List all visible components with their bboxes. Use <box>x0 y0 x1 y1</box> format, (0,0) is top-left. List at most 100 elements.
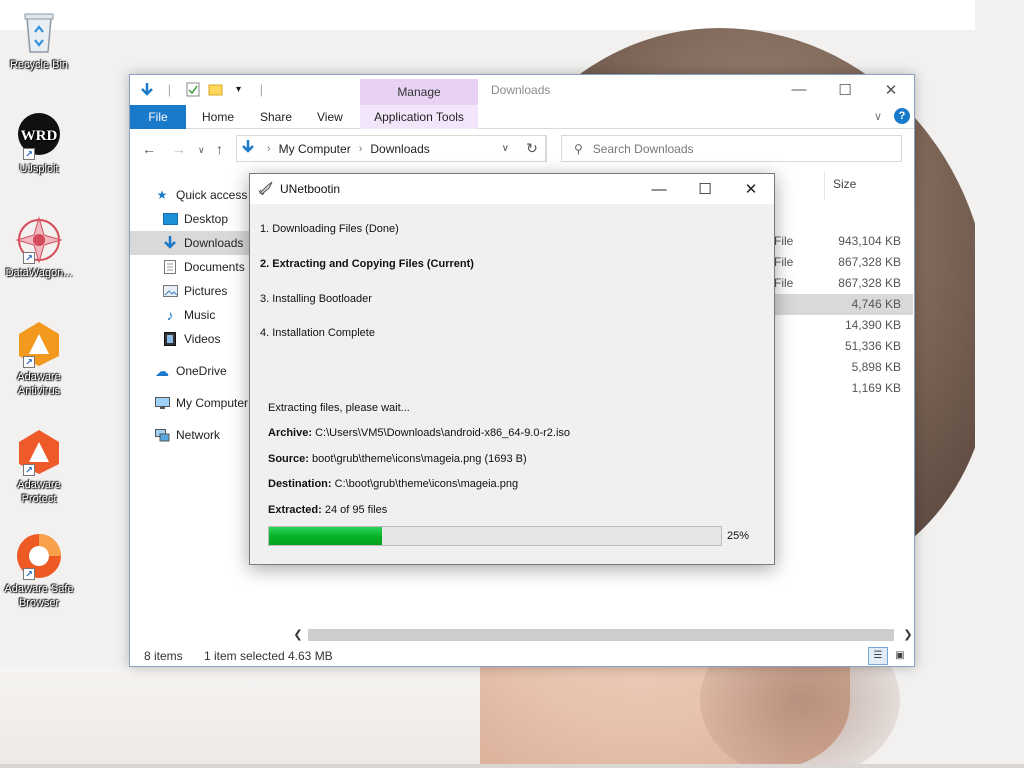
nav-item-label: My Computer <box>176 396 249 410</box>
tab-home[interactable]: Home <box>190 105 246 129</box>
nav-item-network[interactable]: Network <box>130 423 252 447</box>
help-icon[interactable]: ? <box>894 108 910 124</box>
file-row[interactable]: 14,390 KB <box>770 315 913 336</box>
step-extracting: 2. Extracting and Copying Files (Current… <box>260 258 474 270</box>
desktop-icon-label: Adaware Safe Browser <box>4 583 74 609</box>
shortcut-arrow-icon: ↗ <box>23 356 35 368</box>
desktop-icon-recycle-bin[interactable]: Recycle Bin <box>0 8 78 72</box>
status-bar: 8 items 1 item selected 4.63 MB ☰ ▣ <box>130 645 914 667</box>
desktop-icon-label: Adaware Protect <box>17 479 61 505</box>
file-row[interactable]: 5,898 KB <box>770 357 913 378</box>
network-icon <box>154 427 170 443</box>
file-size: 5,898 KB <box>851 360 901 374</box>
close-icon[interactable]: ✕ <box>728 174 774 204</box>
breadcrumb-downloads[interactable]: Downloads <box>370 142 429 156</box>
documents-icon <box>162 259 178 275</box>
maximize-icon[interactable]: ☐ <box>682 174 728 204</box>
nav-item-label: Quick access <box>176 188 248 202</box>
source-label: Source: <box>268 453 309 465</box>
scrollbar-thumb[interactable] <box>308 629 894 641</box>
status-message: Extracting files, please wait... <box>268 402 410 414</box>
nav-item-quick-access[interactable]: ★ Quick access <box>130 183 252 207</box>
new-folder-icon[interactable] <box>207 81 224 98</box>
desktop-icon-ujsploit[interactable]: WRD ↗ UJsploit <box>0 112 78 176</box>
maximize-icon[interactable]: ☐ <box>822 75 868 104</box>
search-input[interactable]: ⚲ Search Downloads <box>561 135 902 162</box>
desktop-icon-label: DataWagon... <box>5 267 73 279</box>
file-row[interactable]: File 867,328 KB <box>770 252 913 273</box>
file-size: 4,746 KB <box>851 297 901 311</box>
tab-share[interactable]: Share <box>248 105 304 129</box>
shortcut-arrow-icon: ↗ <box>23 148 35 160</box>
minimize-icon[interactable]: — <box>776 75 822 104</box>
desktop-icon-datawagon[interactable]: ↗ DataWagon... <box>0 216 78 280</box>
breadcrumb-my-computer[interactable]: My Computer <box>279 142 351 156</box>
wallpaper-top <box>0 0 975 30</box>
file-row[interactable]: 1,169 KB <box>770 378 913 399</box>
file-row-selected[interactable]: 4,746 KB <box>770 294 913 315</box>
shortcut-arrow-icon: ↗ <box>23 464 35 476</box>
forward-arrow-icon[interactable]: → <box>172 141 186 157</box>
customize-toolbar-icon[interactable]: ▾ <box>230 81 247 98</box>
file-row[interactable]: File 867,328 KB <box>770 273 913 294</box>
desktop-icon-adaware-antivirus[interactable]: ↗ Adaware Antivirus <box>0 320 78 398</box>
nav-item-pictures[interactable]: Pictures <box>130 279 252 303</box>
step-bootloader: 3. Installing Bootloader <box>260 293 372 305</box>
file-size: 867,328 KB <box>838 276 901 290</box>
desktop-icon-adaware-protect[interactable]: ↗ Adaware Protect <box>0 428 78 506</box>
back-arrow-icon[interactable]: ← <box>142 141 156 157</box>
unetbootin-dialog: UNetbootin — ☐ ✕ 1. Downloading Files (D… <box>249 173 775 565</box>
horizontal-scrollbar[interactable]: ❮ ❯ <box>290 627 916 643</box>
source-info: Source: boot\grub\theme\icons\mageia.png… <box>268 453 527 465</box>
details-view-icon[interactable]: ☰ <box>868 647 888 665</box>
up-arrow-icon[interactable]: ↑ <box>216 141 223 157</box>
ribbon-tabs: File Home Share View Application Tools <box>130 105 914 129</box>
search-placeholder: Search Downloads <box>592 141 694 156</box>
refresh-icon[interactable]: ↻ <box>518 135 547 162</box>
destination-label: Destination: <box>268 478 332 490</box>
nav-item-music[interactable]: ♪ Music <box>130 303 252 327</box>
expand-ribbon-icon[interactable]: ∨ <box>874 110 882 123</box>
file-size: 867,328 KB <box>838 255 901 269</box>
file-size: 943,104 KB <box>838 234 901 248</box>
tab-manage[interactable]: Manage <box>360 79 478 106</box>
videos-icon <box>162 331 178 347</box>
nav-item-videos[interactable]: Videos <box>130 327 252 351</box>
properties-icon[interactable] <box>184 81 201 98</box>
step-downloading: 1. Downloading Files (Done) <box>260 223 399 235</box>
cloud-icon: ☁ <box>155 362 169 379</box>
large-icons-view-icon[interactable]: ▣ <box>890 647 910 665</box>
scroll-right-icon[interactable]: ❯ <box>900 627 916 643</box>
source-value: boot\grub\theme\icons\mageia.png (1693 B… <box>312 453 527 465</box>
progress-fill <box>269 527 382 545</box>
extracted-label: Extracted: <box>268 504 322 516</box>
address-dropdown-icon[interactable]: ∨ <box>502 143 509 154</box>
scroll-left-icon[interactable]: ❮ <box>290 627 306 643</box>
adaware-protect-icon: ↗ <box>15 428 63 476</box>
address-bar[interactable]: › My Computer › Downloads ∨ <box>236 135 546 162</box>
adaware-safe-browser-icon: ↗ <box>15 532 63 580</box>
tab-application-tools[interactable]: Application Tools <box>360 105 478 129</box>
minimize-icon[interactable]: — <box>636 174 682 204</box>
unetbootin-rocket-icon <box>258 181 274 198</box>
file-row[interactable]: 51,336 KB <box>770 336 913 357</box>
pictures-icon <box>162 283 178 299</box>
nav-item-label: Network <box>176 428 221 442</box>
tab-view[interactable]: View <box>305 105 355 129</box>
nav-item-downloads[interactable]: Downloads <box>130 231 252 255</box>
download-arrow-icon[interactable] <box>138 81 155 98</box>
nav-item-documents[interactable]: Documents <box>130 255 252 279</box>
nav-item-label: Music <box>184 308 216 322</box>
separator: | <box>259 82 264 97</box>
file-row[interactable]: File 943,104 KB <box>770 231 913 252</box>
nav-item-onedrive[interactable]: ☁ OneDrive <box>130 359 252 383</box>
taskbar-edge <box>0 764 1024 768</box>
nav-item-my-computer[interactable]: My Computer <box>130 391 252 415</box>
recent-locations-icon[interactable]: ∨ <box>198 145 205 156</box>
tab-file[interactable]: File <box>130 105 186 129</box>
nav-item-desktop[interactable]: Desktop <box>130 207 252 231</box>
desktop-icon-adaware-safe-browser[interactable]: ↗ Adaware Safe Browser <box>0 532 78 610</box>
column-header-size[interactable]: Size <box>824 172 908 200</box>
dialog-titlebar: UNetbootin — ☐ ✕ <box>250 174 774 204</box>
close-icon[interactable]: ✕ <box>868 75 914 104</box>
